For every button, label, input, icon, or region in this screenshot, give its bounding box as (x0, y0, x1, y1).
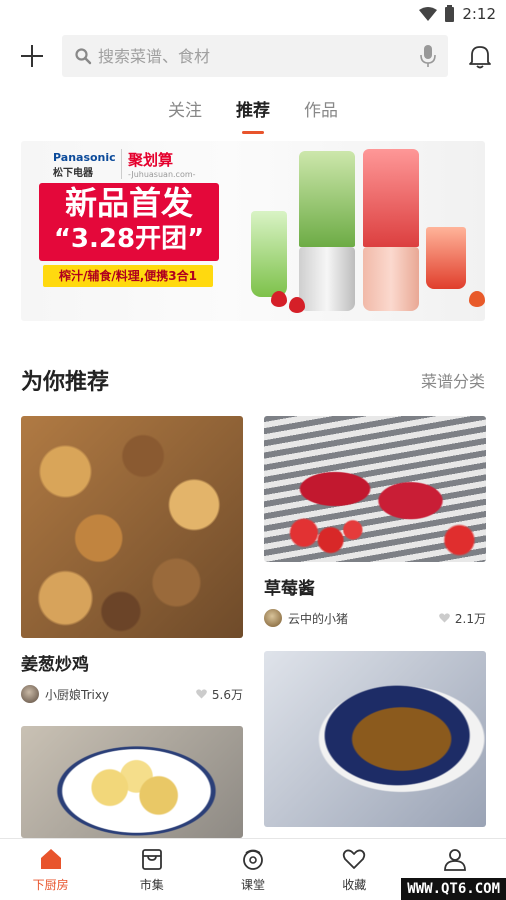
tab-works[interactable]: 作品 (302, 92, 340, 125)
fruit-drink-image (426, 227, 466, 289)
wifi-icon (419, 7, 438, 21)
fruit-image (469, 291, 485, 307)
site-watermark: WWW.QT6.COM (401, 878, 506, 900)
strawberry-image (289, 297, 305, 313)
heart-icon (439, 613, 450, 623)
nav-market[interactable]: 市集 (101, 839, 202, 900)
section-title: 为你推荐 (21, 370, 110, 395)
promo-banner[interactable]: Panasonic 松下电器 聚划算 -Juhuasuan.com- 新品首发 … (21, 141, 485, 321)
recommend-section-header: 为你推荐 菜谱分类 (21, 365, 485, 395)
nav-label: 下厨房 (32, 878, 69, 892)
white-blender-image (299, 151, 355, 311)
heart-icon (196, 689, 207, 699)
recipe-image (264, 416, 486, 562)
recipe-image (21, 416, 243, 638)
pink-blender-image (363, 149, 419, 311)
banner-brand: Panasonic 松下电器 (53, 151, 116, 179)
nav-class[interactable]: 课堂 (202, 839, 303, 900)
recipe-likes: 5.6万 (211, 687, 243, 702)
green-juice-cup-image (251, 211, 287, 297)
notification-bell-icon[interactable] (466, 42, 494, 70)
profile-icon (444, 849, 467, 871)
banner-headline-box: 新品首发 “3.28开团” (39, 183, 219, 261)
search-icon (75, 48, 92, 65)
recipe-card[interactable] (21, 726, 243, 838)
search-input[interactable] (98, 46, 420, 66)
recipe-image (21, 726, 243, 838)
recipe-meta: 云中的小猪 2.1万 (264, 609, 486, 627)
banner-brand-en: Panasonic (53, 151, 116, 164)
banner-partner-url: -Juhuasuan.com- (128, 170, 196, 179)
recipe-meta: 小厨娘Trixy 5.6万 (21, 685, 243, 703)
nav-label: 市集 (139, 878, 164, 892)
recipe-title: 草莓酱 (264, 579, 315, 599)
recipe-card[interactable]: 姜葱炒鸡 小厨娘Trixy 5.6万 (21, 416, 243, 703)
avatar[interactable] (264, 609, 282, 627)
recipe-author[interactable]: 云中的小猪 (288, 610, 439, 627)
recipe-card[interactable] (264, 651, 486, 827)
recipe-categories-link[interactable]: 菜谱分类 (421, 368, 485, 392)
search-bar[interactable] (62, 35, 448, 77)
banner-partner: 聚划算 -Juhuasuan.com- (121, 149, 196, 179)
tab-recommended[interactable]: 推荐 (234, 92, 272, 134)
banner-tagline: 榨汁/辅食/料理,便携3合1 (43, 265, 213, 287)
nav-favorites[interactable]: 收藏 (304, 839, 405, 900)
nav-home[interactable]: 下厨房 (0, 839, 101, 900)
recipe-card[interactable]: 草莓酱 云中的小猪 2.1万 (264, 416, 486, 627)
tab-following[interactable]: 关注 (166, 92, 204, 125)
home-icon (40, 849, 61, 869)
nav-label: 收藏 (342, 878, 367, 892)
banner-partner-name: 聚划算 (128, 151, 174, 169)
battery-icon (445, 4, 455, 22)
recipe-likes: 2.1万 (454, 611, 486, 626)
market-icon (141, 849, 162, 870)
status-bar: 2:12 (0, 0, 506, 28)
recipe-author[interactable]: 小厨娘Trixy (45, 686, 196, 703)
strawberry-image (271, 291, 287, 307)
microphone-icon[interactable] (420, 44, 436, 68)
heart-icon (343, 849, 366, 869)
nav-label: 课堂 (241, 878, 266, 892)
banner-subline: “3.28开团” (53, 224, 205, 254)
avatar[interactable] (21, 685, 39, 703)
recipe-image (264, 651, 486, 827)
status-time: 2:12 (462, 5, 496, 23)
class-icon (243, 849, 263, 870)
banner-brand-cn: 松下电器 (53, 168, 93, 179)
recipe-title: 姜葱炒鸡 (21, 655, 89, 675)
banner-headline: 新品首发 (64, 184, 193, 222)
top-bar (0, 28, 506, 84)
feed-tabs: 关注 推荐 作品 (0, 84, 506, 134)
add-icon[interactable] (16, 40, 48, 72)
